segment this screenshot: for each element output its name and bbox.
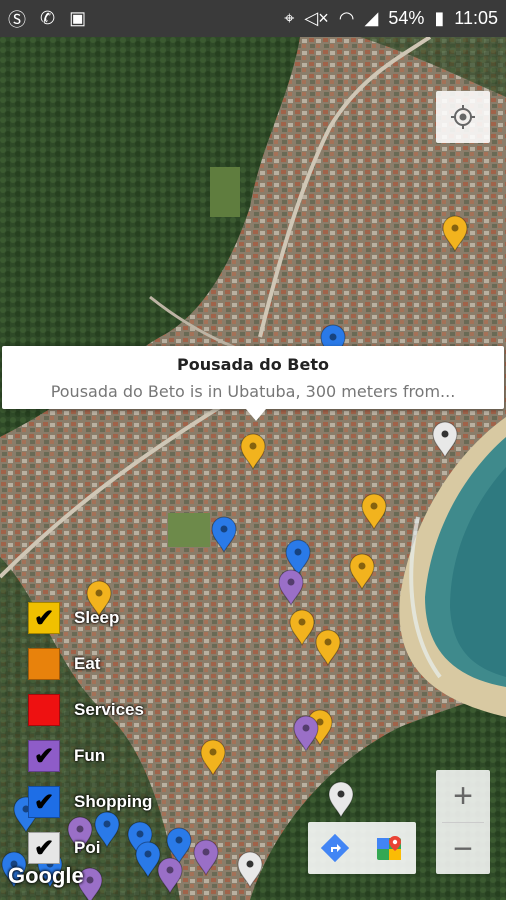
legend-item-fun[interactable]: ✔ Fun bbox=[28, 733, 152, 779]
whatsapp-icon: ✆ bbox=[40, 8, 56, 28]
battery-icon: ▮ bbox=[434, 8, 445, 28]
services-checkbox[interactable] bbox=[28, 694, 60, 726]
legend-label-shopping: Shopping bbox=[74, 792, 153, 811]
zoom-controls: + − bbox=[436, 770, 490, 874]
check-icon: ✔ bbox=[33, 788, 55, 816]
legend-item-sleep[interactable]: ✔ Sleep bbox=[28, 595, 152, 641]
legend-item-shopping[interactable]: ✔ Shopping bbox=[28, 779, 152, 825]
map-toolbar bbox=[308, 822, 416, 874]
directions-button[interactable] bbox=[308, 822, 362, 874]
status-bar: Ⓢ ✆ ▣ ⌖ ◁× ◠ ◢ 54% ▮ 11:05 bbox=[0, 0, 506, 37]
shopping-checkbox[interactable]: ✔ bbox=[28, 786, 60, 818]
gallery-icon: ▣ bbox=[69, 8, 87, 28]
category-legend: ✔ Sleep Eat Services ✔ Fun ✔ Shopping ✔ … bbox=[28, 595, 152, 871]
legend-item-eat[interactable]: Eat bbox=[28, 641, 152, 687]
skype-icon: Ⓢ bbox=[8, 9, 26, 30]
sleep-checkbox[interactable]: ✔ bbox=[28, 602, 60, 634]
legend-label-eat: Eat bbox=[74, 654, 101, 673]
directions-icon bbox=[321, 834, 349, 862]
legend-label-poi: Poi bbox=[74, 838, 101, 857]
check-icon: ✔ bbox=[33, 604, 55, 632]
open-google-maps-button[interactable] bbox=[362, 822, 416, 874]
marker-info-window[interactable]: Pousada do Beto Pousada do Beto is in Ub… bbox=[2, 346, 504, 421]
location-icon: ⌖ bbox=[284, 8, 295, 28]
legend-label-sleep: Sleep bbox=[74, 608, 120, 627]
zoom-in-button[interactable]: + bbox=[436, 770, 490, 822]
check-icon: ✔ bbox=[33, 834, 55, 862]
signal-icon: ◢ bbox=[364, 8, 379, 28]
legend-label-fun: Fun bbox=[74, 746, 106, 765]
google-maps-icon bbox=[377, 836, 401, 860]
clock: 11:05 bbox=[454, 8, 498, 28]
poi-checkbox[interactable]: ✔ bbox=[28, 832, 60, 864]
legend-label-services: Services bbox=[74, 700, 144, 719]
battery-percent: 54% bbox=[388, 8, 425, 28]
map-view[interactable]: Pousada do Beto Pousada do Beto is in Ub… bbox=[0, 37, 506, 900]
legend-item-services[interactable]: Services bbox=[28, 687, 152, 733]
zoom-out-button[interactable]: − bbox=[436, 823, 490, 875]
crosshair-icon bbox=[451, 105, 475, 129]
eat-checkbox[interactable] bbox=[28, 648, 60, 680]
my-location-button[interactable] bbox=[436, 91, 490, 143]
wifi-icon: ◠ bbox=[338, 8, 355, 28]
mute-icon: ◁× bbox=[304, 8, 329, 28]
google-attribution: Google bbox=[8, 863, 84, 888]
info-window-snippet: Pousada do Beto is in Ubatuba, 300 meter… bbox=[50, 382, 456, 401]
check-icon: ✔ bbox=[33, 742, 55, 770]
info-window-title: Pousada do Beto bbox=[177, 355, 329, 374]
fun-checkbox[interactable]: ✔ bbox=[28, 740, 60, 772]
